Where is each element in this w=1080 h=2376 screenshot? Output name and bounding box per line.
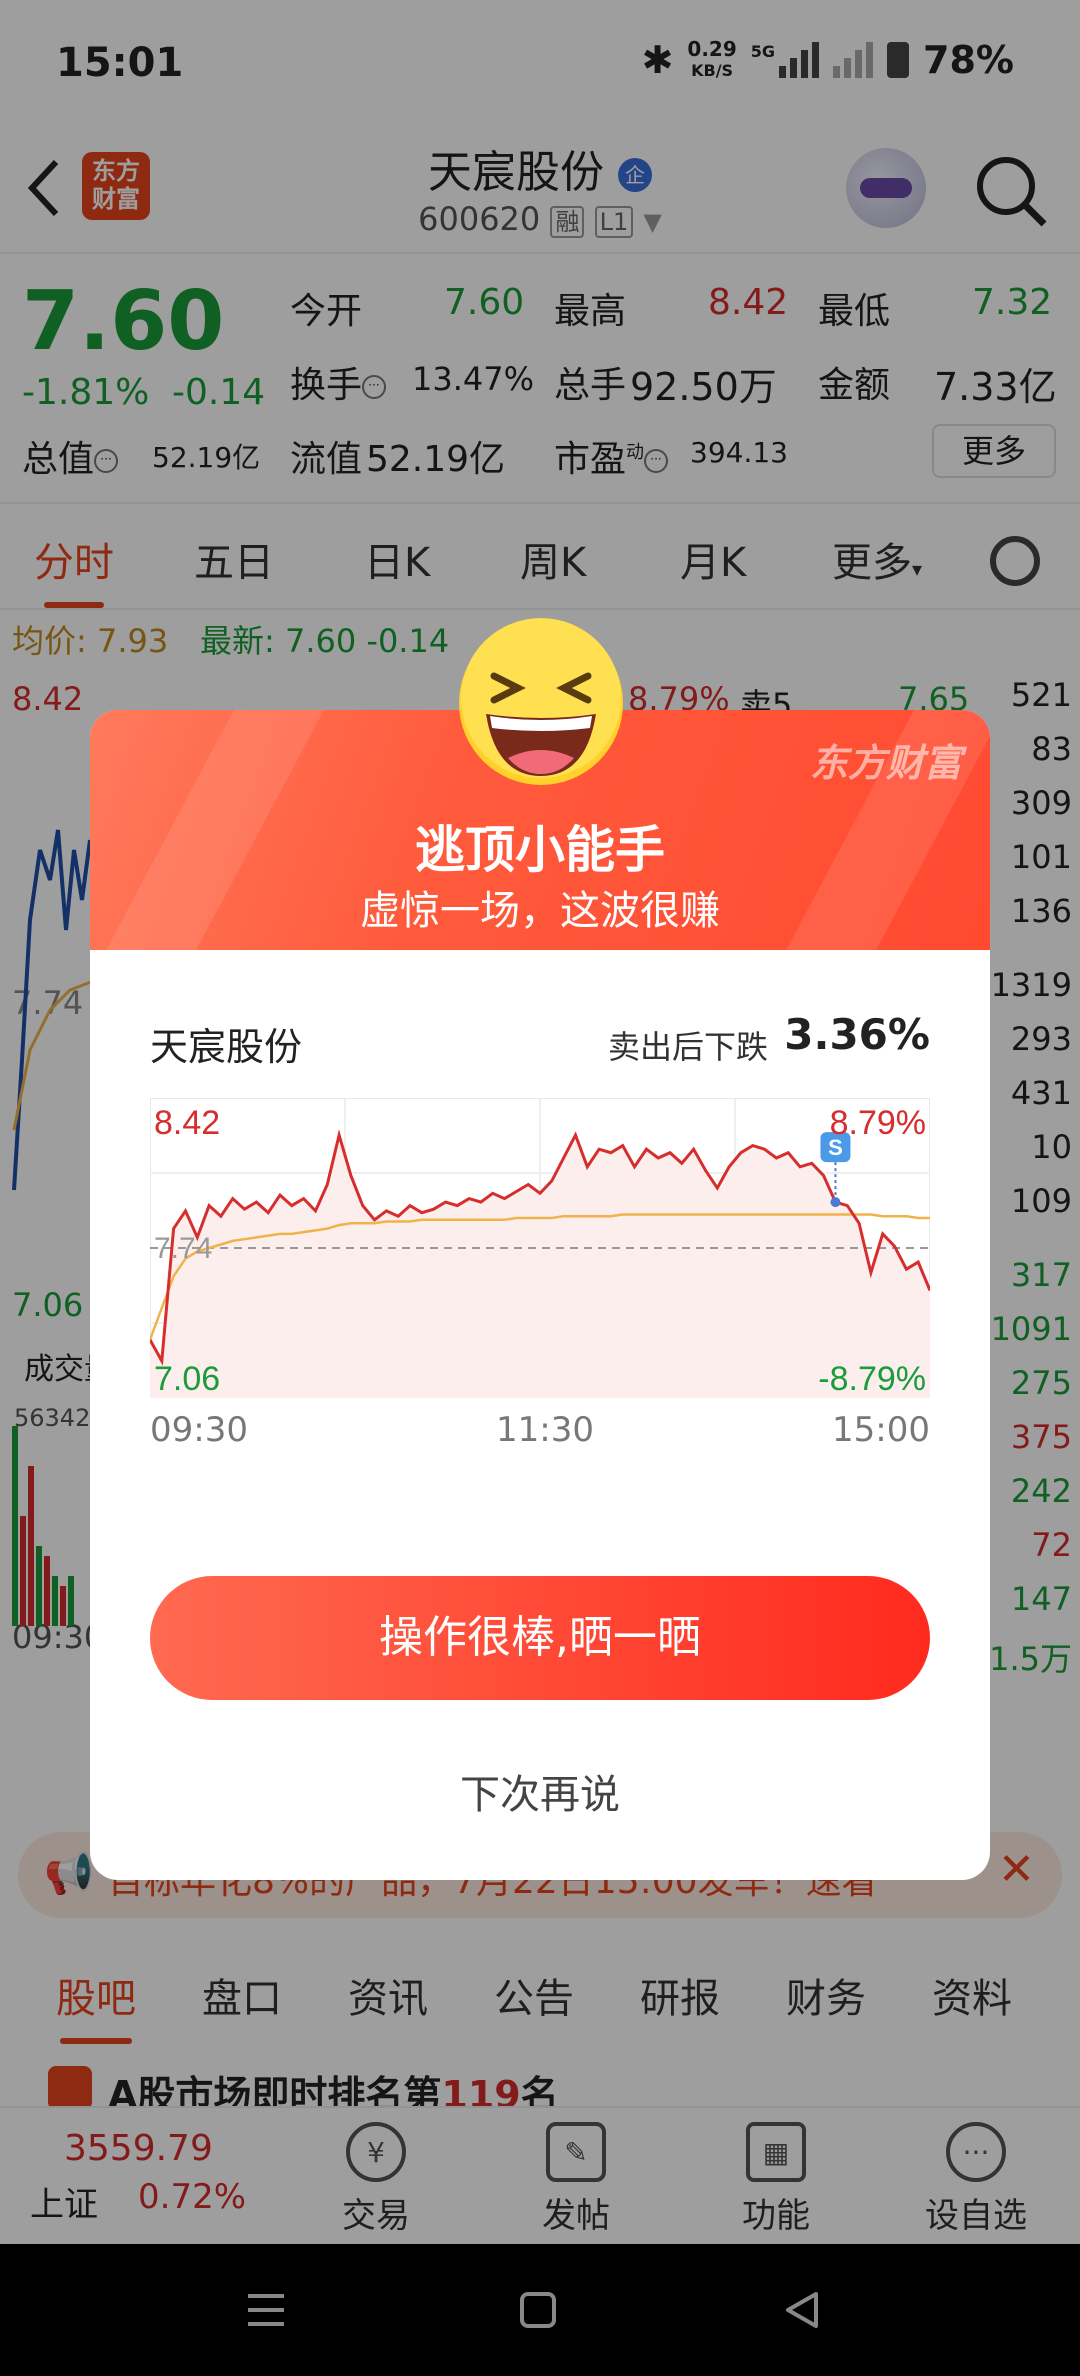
sell-success-modal: 东方财富 逃顶小能手 虚惊一场，这波很赚 天宸股份 卖出后下跌 3.36% S … [90,710,990,1880]
drop-value: 3.36% [784,1010,930,1059]
y-tick-top: 8.42 [154,1104,220,1142]
laughing-emoji-icon [459,618,623,785]
x-tick-mid: 11:30 [496,1410,594,1450]
later-button[interactable]: 下次再说 [90,1762,990,1820]
app-screen: 15:01 ✱ 0.29 KB/S 5G 78% 东方 财富 天宸股份 企 60… [0,0,1080,2376]
y-tick-mid: 7.74 [154,1232,212,1265]
modal-title: 逃顶小能手 [415,821,665,879]
y-tick-right-bottom: -8.79% [818,1360,926,1398]
x-tick-start: 09:30 [150,1410,248,1450]
brand-watermark: 东方财富 [809,741,962,785]
x-tick-end: 15:00 [832,1410,930,1450]
y-tick-bottom: 7.06 [154,1360,220,1398]
modal-intraday-chart: S 8.42 7.74 7.06 8.79% -8.79% [150,1098,930,1398]
sell-point-dot [830,1197,841,1208]
menu-icon[interactable] [244,2290,288,2330]
home-icon[interactable] [516,2288,560,2332]
modal-stock-name: 天宸股份 [150,1025,303,1069]
back-nav-icon[interactable] [780,2288,824,2332]
system-navigation-bar [0,2244,1080,2376]
y-tick-right-top: 8.79% [830,1104,926,1142]
share-button[interactable]: 操作很棒,晒一晒 [150,1576,930,1700]
drop-label: 卖出后下跌 [607,1028,768,1066]
modal-subtitle: 虚惊一场，这波很赚 [360,888,720,934]
